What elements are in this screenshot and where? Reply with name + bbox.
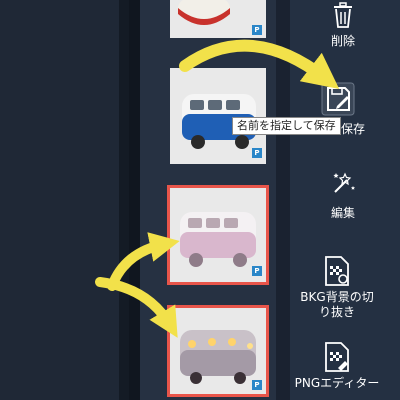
background-removal-label-line2: り抜き	[318, 305, 355, 319]
png-editor-icon	[325, 342, 349, 372]
gallery-scrollbar[interactable]	[276, 0, 290, 400]
left-pane	[0, 0, 120, 400]
edit-label: 編集	[330, 206, 355, 220]
p-badge: P	[252, 25, 262, 35]
magic-wand-icon	[333, 172, 355, 193]
delete-label: 削除	[330, 34, 355, 48]
delete-button[interactable]: 削除	[298, 2, 388, 49]
background-removal-button[interactable]: BKG背景の切 り抜き	[294, 256, 380, 320]
p-badge: P	[252, 266, 262, 276]
edit-button[interactable]: 編集	[298, 168, 388, 221]
p-badge: P	[252, 380, 262, 390]
trash-icon	[334, 2, 352, 28]
thumbnail-blue-van[interactable]: P	[170, 68, 266, 164]
checkerboard-file-icon	[325, 256, 349, 286]
floppy-disk-icon	[321, 82, 355, 116]
p-badge: P	[252, 148, 262, 158]
png-editor-button[interactable]: PNGエディター	[294, 342, 380, 391]
save-button[interactable]	[318, 82, 358, 116]
background-removal-label-line1: BKG背景の切	[300, 290, 374, 304]
thumbnail-lit-van[interactable]: P	[167, 305, 269, 397]
divider	[129, 0, 140, 400]
thumbnail-pink-van[interactable]: P	[167, 185, 269, 285]
save-label: 保存	[341, 122, 366, 136]
thumbnail-tin-can[interactable]: P	[170, 0, 266, 38]
left-scrollbar[interactable]	[119, 0, 129, 400]
png-editor-label: PNGエディター	[294, 376, 380, 390]
save-tooltip: 名前を指定して保存	[232, 117, 341, 135]
